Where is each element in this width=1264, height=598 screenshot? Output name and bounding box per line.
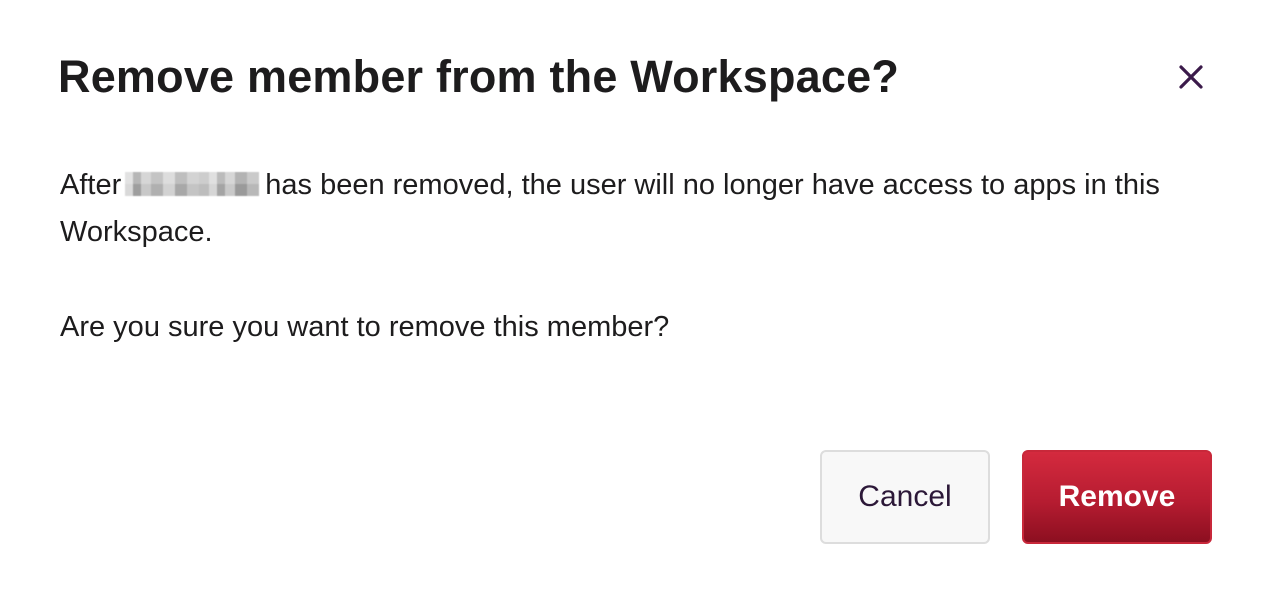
dialog-title: Remove member from the Workspace? — [58, 51, 900, 102]
redacted-member-name — [125, 172, 260, 196]
text-before-name: After — [60, 169, 122, 201]
confirmation-question: Are you sure you want to remove this mem… — [60, 311, 670, 343]
close-icon — [1177, 63, 1205, 91]
remove-member-dialog: Remove member from the Workspace? After h… — [0, 0, 1264, 598]
dialog-body: After has been removed, the user will no … — [60, 162, 1210, 351]
close-button[interactable] — [1166, 52, 1216, 102]
removal-warning-text: After has been removed, the user will no … — [60, 162, 1210, 256]
remove-button[interactable]: Remove — [1022, 450, 1212, 544]
cancel-button[interactable]: Cancel — [820, 450, 990, 544]
